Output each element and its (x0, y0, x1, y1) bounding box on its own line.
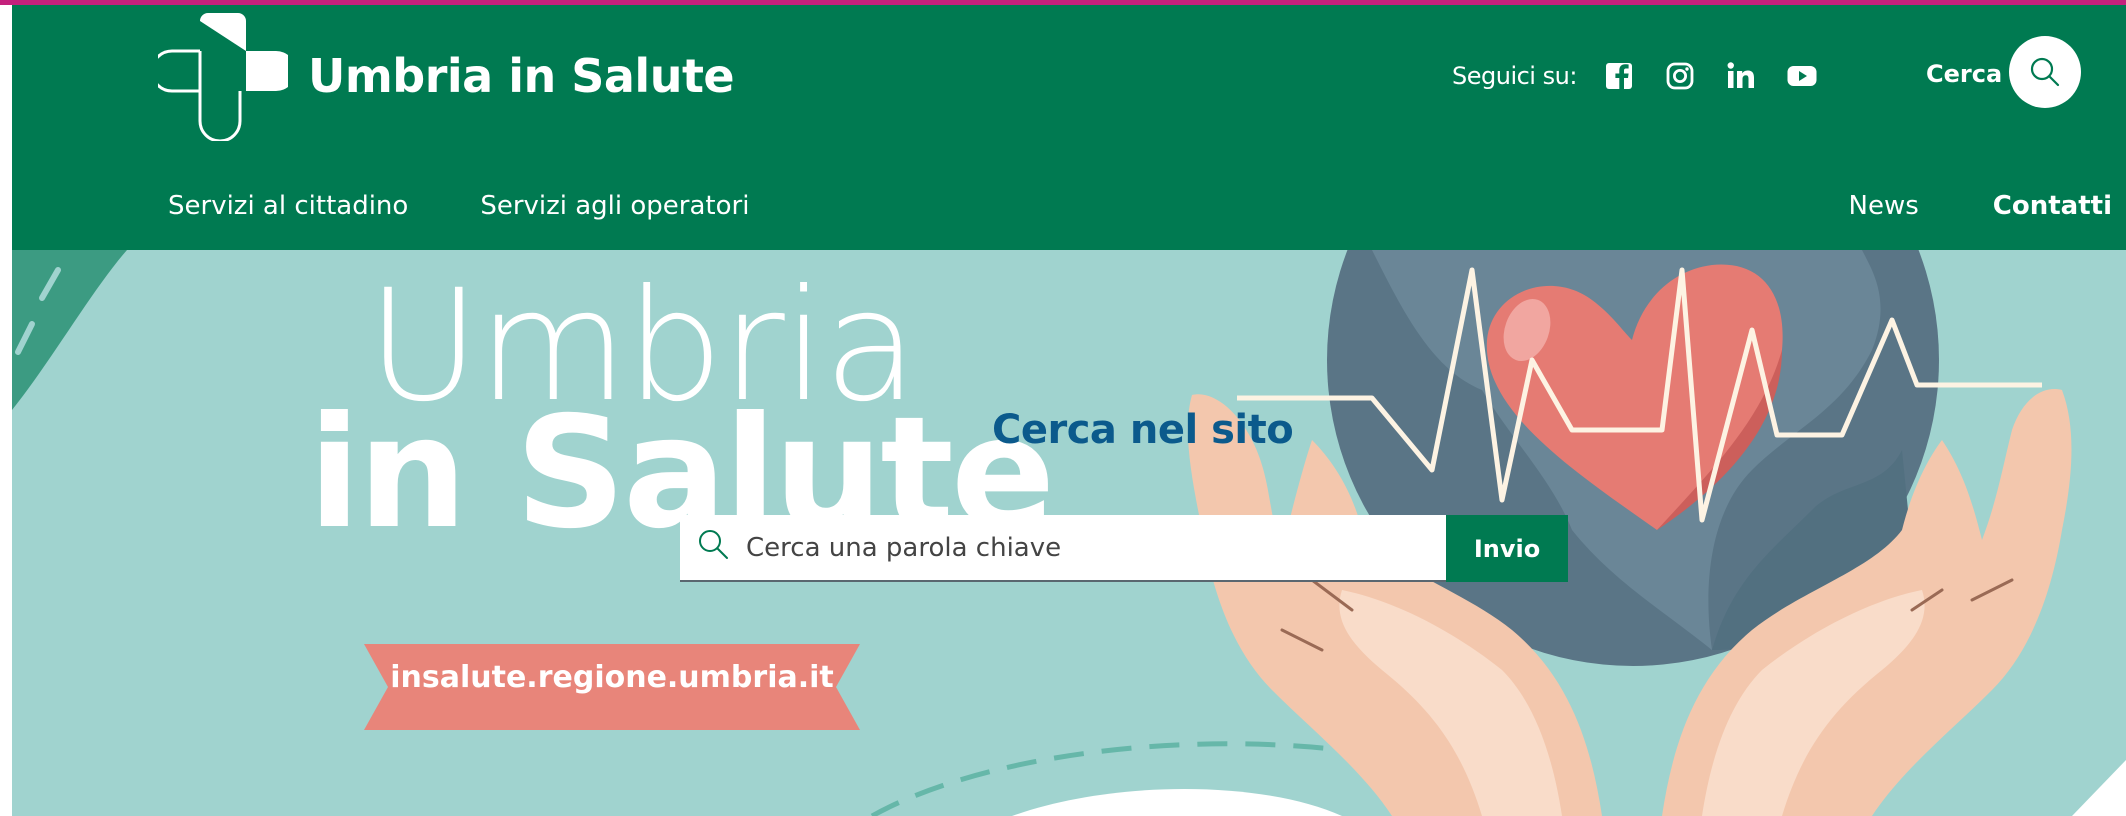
social-label: Seguici su: (1452, 62, 1577, 90)
facebook-icon[interactable] (1599, 56, 1639, 96)
search-icon (699, 530, 728, 559)
search-submit-button[interactable]: Invio (1446, 515, 1568, 582)
search-section-title: Cerca nel sito (992, 407, 1294, 453)
search-label[interactable]: Cerca (1926, 60, 2002, 88)
nav-contatti[interactable]: Contatti (1993, 191, 2112, 221)
site-search-box (680, 515, 1446, 582)
nav-servizi-cittadino[interactable]: Servizi al cittadino (168, 191, 408, 221)
site-search-input[interactable] (746, 515, 1436, 580)
site-header: Umbria in Salute Seguici su: Cerca Servi… (12, 5, 2126, 250)
linkedin-icon[interactable] (1721, 56, 1761, 96)
header-search-button[interactable] (2009, 36, 2081, 108)
search-icon (2030, 57, 2060, 87)
social-links: Seguici su: (1452, 51, 1843, 101)
left-edge (0, 5, 12, 816)
secondary-nav: News Contatti (1775, 191, 2112, 221)
cross-logo-icon (158, 13, 288, 141)
brand-link[interactable]: Umbria in Salute (158, 11, 735, 141)
hero-banner: Umbria in Salute insalute.regione.umbria… (12, 250, 2126, 816)
brand-name: Umbria in Salute (308, 49, 735, 103)
nav-servizi-operatori[interactable]: Servizi agli operatori (480, 191, 749, 221)
instagram-icon[interactable] (1660, 56, 1700, 96)
nav-news[interactable]: News (1849, 191, 1919, 221)
youtube-icon[interactable] (1782, 56, 1822, 96)
url-ribbon-text[interactable]: insalute.regione.umbria.it (364, 660, 860, 695)
main-nav: Servizi al cittadino Servizi agli operat… (168, 191, 821, 221)
